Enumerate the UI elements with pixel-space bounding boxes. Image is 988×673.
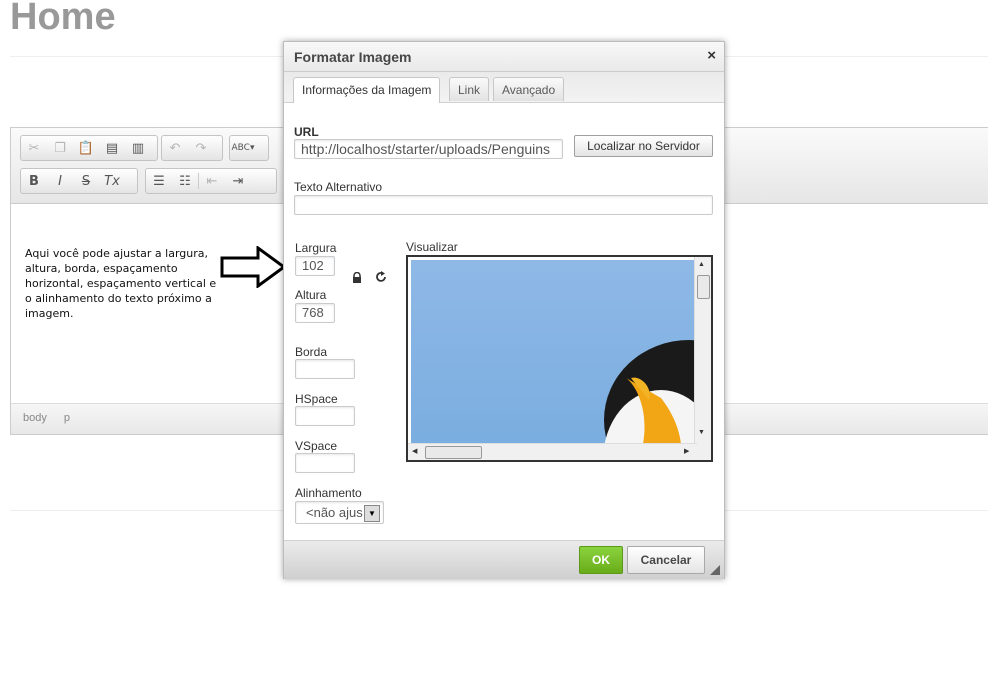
dialog-tabs: Informações da Imagem Link Avançado	[284, 72, 724, 103]
horizontal-scrollbar[interactable]: ◀ ▶	[408, 443, 697, 460]
ok-button[interactable]: OK	[579, 546, 623, 574]
path-item[interactable]: body	[23, 412, 47, 424]
undo-group: ↶ ↷	[161, 135, 223, 161]
redo-icon[interactable]: ↷	[188, 136, 214, 160]
image-properties-dialog: Formatar Imagem × Informações da Imagem …	[283, 41, 725, 579]
scroll-left-icon[interactable]: ◀	[412, 447, 417, 455]
format-group: B I S Tx	[20, 168, 138, 194]
reset-size-icon[interactable]	[375, 271, 387, 283]
bullet-list-icon[interactable]: ☷	[172, 169, 198, 193]
path-item[interactable]: p	[64, 412, 70, 424]
bold-button[interactable]: B	[21, 169, 47, 193]
page-title: Home	[10, 0, 116, 38]
list-group: ☰ ☷ ⇤ ⇥	[145, 168, 277, 194]
remove-format-button[interactable]: Tx	[99, 169, 125, 193]
lock-icon[interactable]	[352, 272, 362, 283]
height-input[interactable]: 768	[295, 303, 335, 323]
spellcheck-icon[interactable]: ABC▾	[230, 136, 256, 160]
width-label: Largura	[295, 241, 337, 255]
tab-link[interactable]: Link	[449, 77, 490, 101]
scroll-down-icon[interactable]: ▼	[698, 429, 705, 436]
vertical-scrollbar[interactable]: ▲ ▼	[694, 257, 711, 444]
url-input[interactable]: http://localhost/starter/uploads/Penguin…	[294, 139, 563, 159]
alignment-value: <não ajus	[306, 505, 363, 520]
scroll-up-icon[interactable]: ▲	[698, 261, 705, 268]
chevron-down-icon[interactable]: ▼	[364, 505, 380, 522]
alignment-label: Alinhamento	[295, 486, 362, 500]
close-icon[interactable]: ×	[707, 47, 716, 64]
clipboard-group: ✂ ❐ 📋 ▤ ▥	[20, 135, 158, 161]
undo-icon[interactable]: ↶	[162, 136, 188, 160]
border-label: Borda	[295, 345, 328, 359]
dialog-titlebar[interactable]: Formatar Imagem ×	[284, 42, 724, 72]
cancel-button[interactable]: Cancelar	[627, 546, 705, 574]
spellcheck-group: ABC▾	[229, 135, 269, 161]
numbered-list-icon[interactable]: ☰	[146, 169, 172, 193]
paste-text-icon[interactable]: ▤	[99, 136, 125, 160]
border-input[interactable]	[295, 359, 355, 379]
hspace-input[interactable]	[295, 406, 355, 426]
dialog-footer: OK Cancelar	[284, 540, 724, 579]
width-input[interactable]: 102	[295, 256, 335, 276]
tab-advanced[interactable]: Avançado	[493, 77, 565, 101]
alt-text-label: Texto Alternativo	[294, 180, 383, 194]
penguin-image	[604, 340, 695, 444]
image-preview: ▲ ▼ ◀ ▶	[406, 255, 713, 462]
paste-icon[interactable]: 📋	[73, 136, 99, 160]
italic-button[interactable]: I	[47, 169, 73, 193]
url-label: URL	[294, 125, 319, 139]
scissors-icon[interactable]: ✂	[21, 136, 47, 160]
hspace-label: HSpace	[295, 392, 338, 406]
alignment-select[interactable]: <não ajus ▼	[295, 501, 384, 524]
scroll-thumb[interactable]	[697, 275, 710, 299]
preview-label: Visualizar	[406, 240, 458, 254]
arrow-icon	[220, 246, 287, 288]
element-path: body p	[23, 412, 84, 424]
alt-text-input[interactable]	[294, 195, 713, 215]
vspace-input[interactable]	[295, 453, 355, 473]
scroll-right-icon[interactable]: ▶	[684, 447, 689, 455]
browse-server-button[interactable]: Localizar no Servidor	[574, 135, 713, 157]
strike-button[interactable]: S	[73, 169, 99, 193]
vspace-label: VSpace	[295, 439, 338, 453]
height-label: Altura	[295, 288, 327, 302]
indent-icon[interactable]: ⇥	[225, 169, 251, 193]
preview-image	[411, 260, 695, 444]
copy-icon[interactable]: ❐	[47, 136, 73, 160]
outdent-icon[interactable]: ⇤	[199, 169, 225, 193]
tab-image-info[interactable]: Informações da Imagem	[293, 77, 441, 103]
resize-handle-icon[interactable]	[710, 565, 720, 575]
scroll-thumb[interactable]	[425, 446, 482, 459]
editor-content[interactable]: Aqui você pode ajustar a largura, altura…	[25, 246, 225, 321]
paste-word-icon[interactable]: ▥	[125, 136, 151, 160]
dialog-title: Formatar Imagem	[294, 49, 412, 65]
